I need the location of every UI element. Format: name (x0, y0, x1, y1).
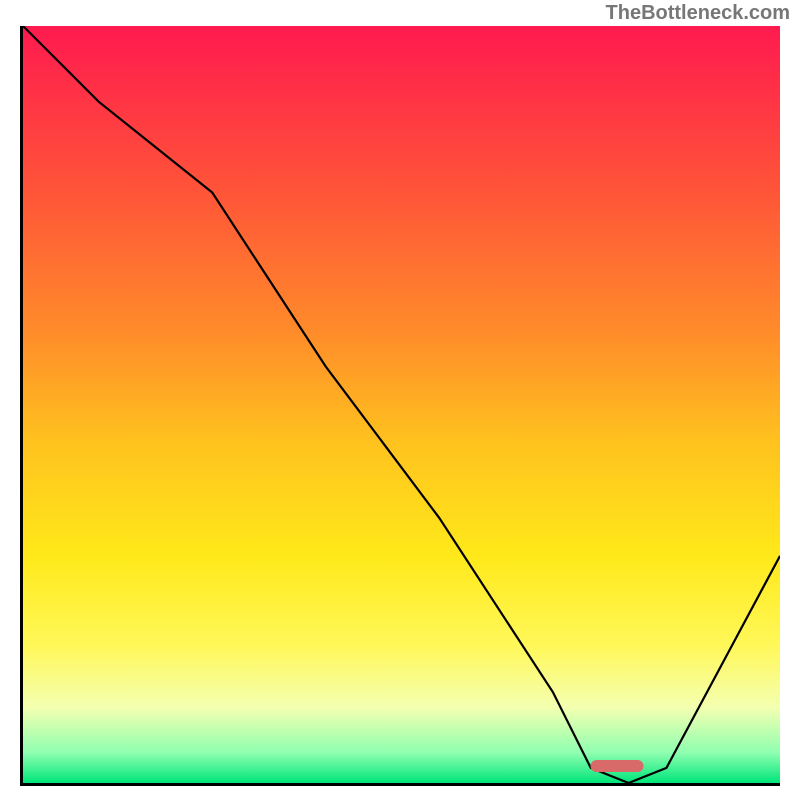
plot-area (20, 26, 780, 786)
gradient-background (23, 26, 780, 783)
optimal-range-marker (591, 760, 644, 772)
watermark-text: TheBottleneck.com (606, 2, 790, 25)
